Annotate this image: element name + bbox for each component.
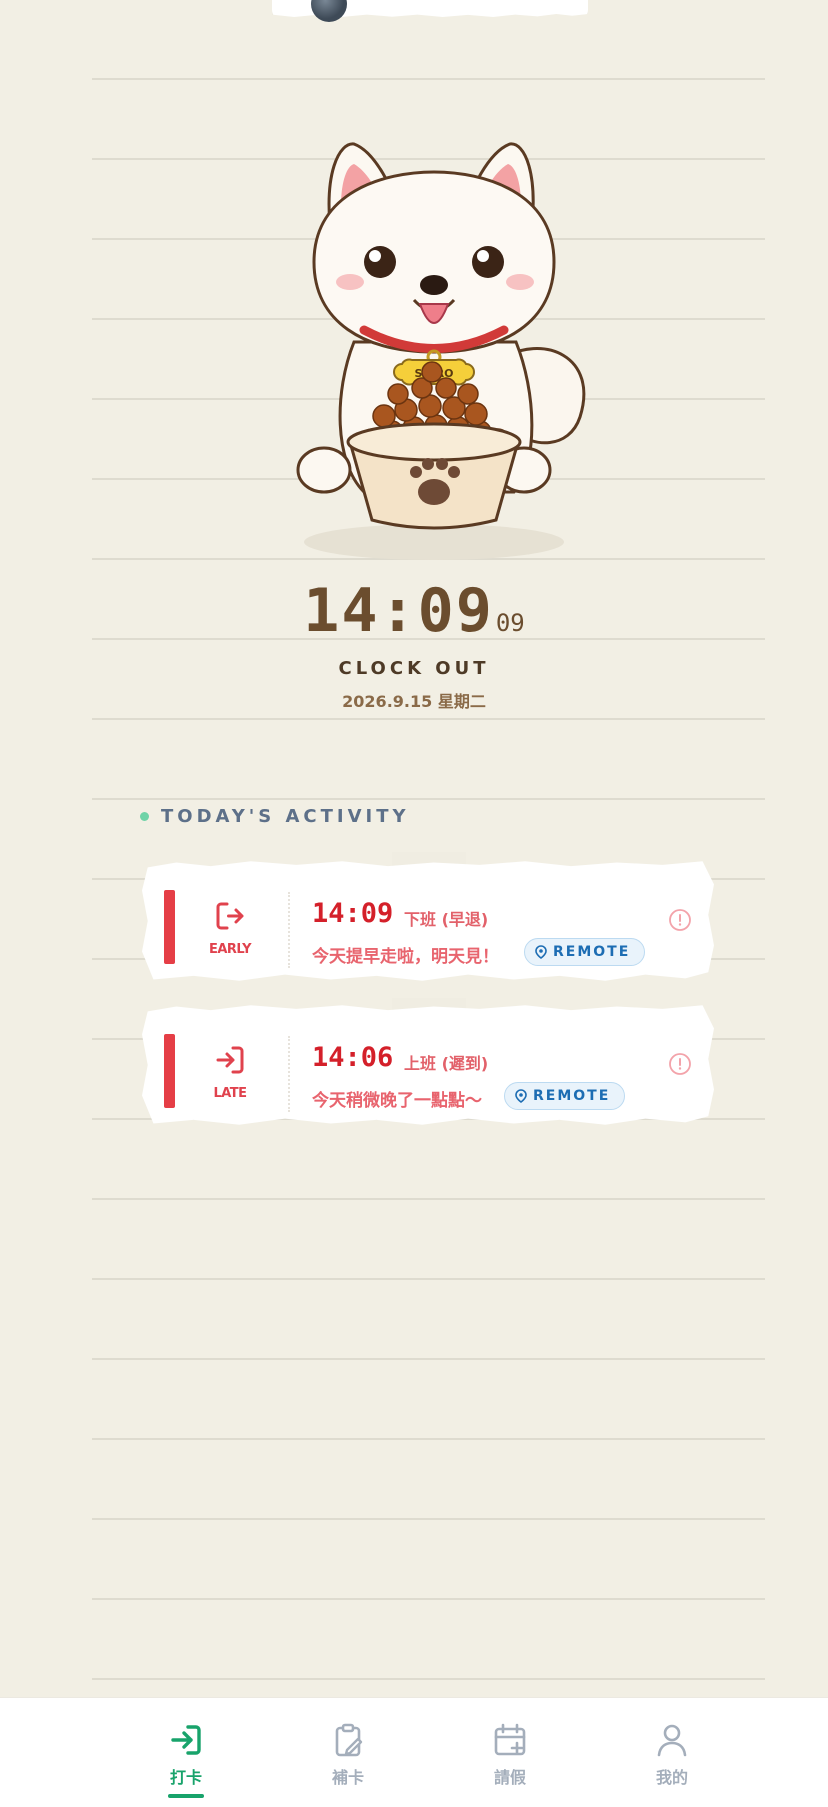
activity-tag: EARLY (208, 942, 252, 957)
status-bar (164, 1034, 175, 1108)
activity-tag: LATE (213, 1086, 247, 1101)
nav-item-clock-in[interactable]: 打卡 (126, 1720, 246, 1798)
nav-label: 補卡 (331, 1768, 364, 1787)
pet-illustration: SHIRO (284, 132, 594, 572)
clock-action-label: CLOCK OUT (338, 658, 490, 679)
activity-type: 上班 (遲到) (404, 1054, 489, 1073)
activity-time: 14:09 (312, 898, 394, 929)
section-dot-icon (140, 812, 149, 821)
activity-type: 下班 (早退) (404, 910, 489, 929)
remote-badge-label: REMOTE (553, 944, 631, 960)
bottom-nav: 打卡 補卡 請假 我的 (0, 1698, 828, 1807)
calendar-plus-icon (494, 1723, 526, 1756)
activity-card-late[interactable]: LATE 14:06 上班 (遲到) 今天稍微晚了一點點～ REMOTE (142, 1005, 714, 1125)
logout-arrow-icon (216, 902, 244, 930)
activity-message: 今天稍微晚了一點點～ (312, 1091, 482, 1111)
user-icon (657, 1724, 687, 1757)
nav-item-leave[interactable]: 請假 (450, 1720, 570, 1788)
nav-label: 我的 (655, 1768, 688, 1787)
clock-in-icon (171, 1725, 201, 1755)
nav-label: 請假 (493, 1768, 526, 1787)
location-pin-icon (515, 1089, 527, 1103)
location-pin-icon (535, 945, 547, 959)
clock-display: 14:0909 (0, 576, 828, 646)
remote-badge-label: REMOTE (533, 1088, 611, 1104)
activity-time: 14:06 (312, 1042, 394, 1073)
status-bar (164, 890, 175, 964)
activity-section-title: TODAY'S ACTIVITY (140, 806, 410, 827)
activity-title-text: TODAY'S ACTIVITY (161, 806, 410, 827)
active-indicator (168, 1794, 204, 1798)
login-arrow-icon (216, 1046, 244, 1074)
activity-card-early[interactable]: EARLY 14:09 下班 (早退) 今天提早走啦，明天見！ REMOTE (142, 861, 714, 981)
clock-seconds: 09 (495, 609, 525, 637)
alert-circle-icon[interactable] (668, 908, 692, 932)
remote-badge: REMOTE (524, 938, 646, 966)
nav-item-makeup[interactable]: 補卡 (288, 1720, 408, 1788)
activity-message: 今天提早走啦，明天見！ (312, 947, 499, 967)
divider (288, 892, 290, 968)
clock-date: 2026.9.15 星期二 (342, 692, 486, 711)
alert-circle-icon[interactable] (668, 1052, 692, 1076)
clipboard-edit-icon (335, 1723, 363, 1757)
nav-item-profile[interactable]: 我的 (612, 1720, 732, 1788)
clock-hours-minutes: 14:09 (303, 576, 494, 646)
remote-badge: REMOTE (504, 1082, 626, 1110)
divider (288, 1036, 290, 1112)
nav-label: 打卡 (169, 1768, 202, 1787)
